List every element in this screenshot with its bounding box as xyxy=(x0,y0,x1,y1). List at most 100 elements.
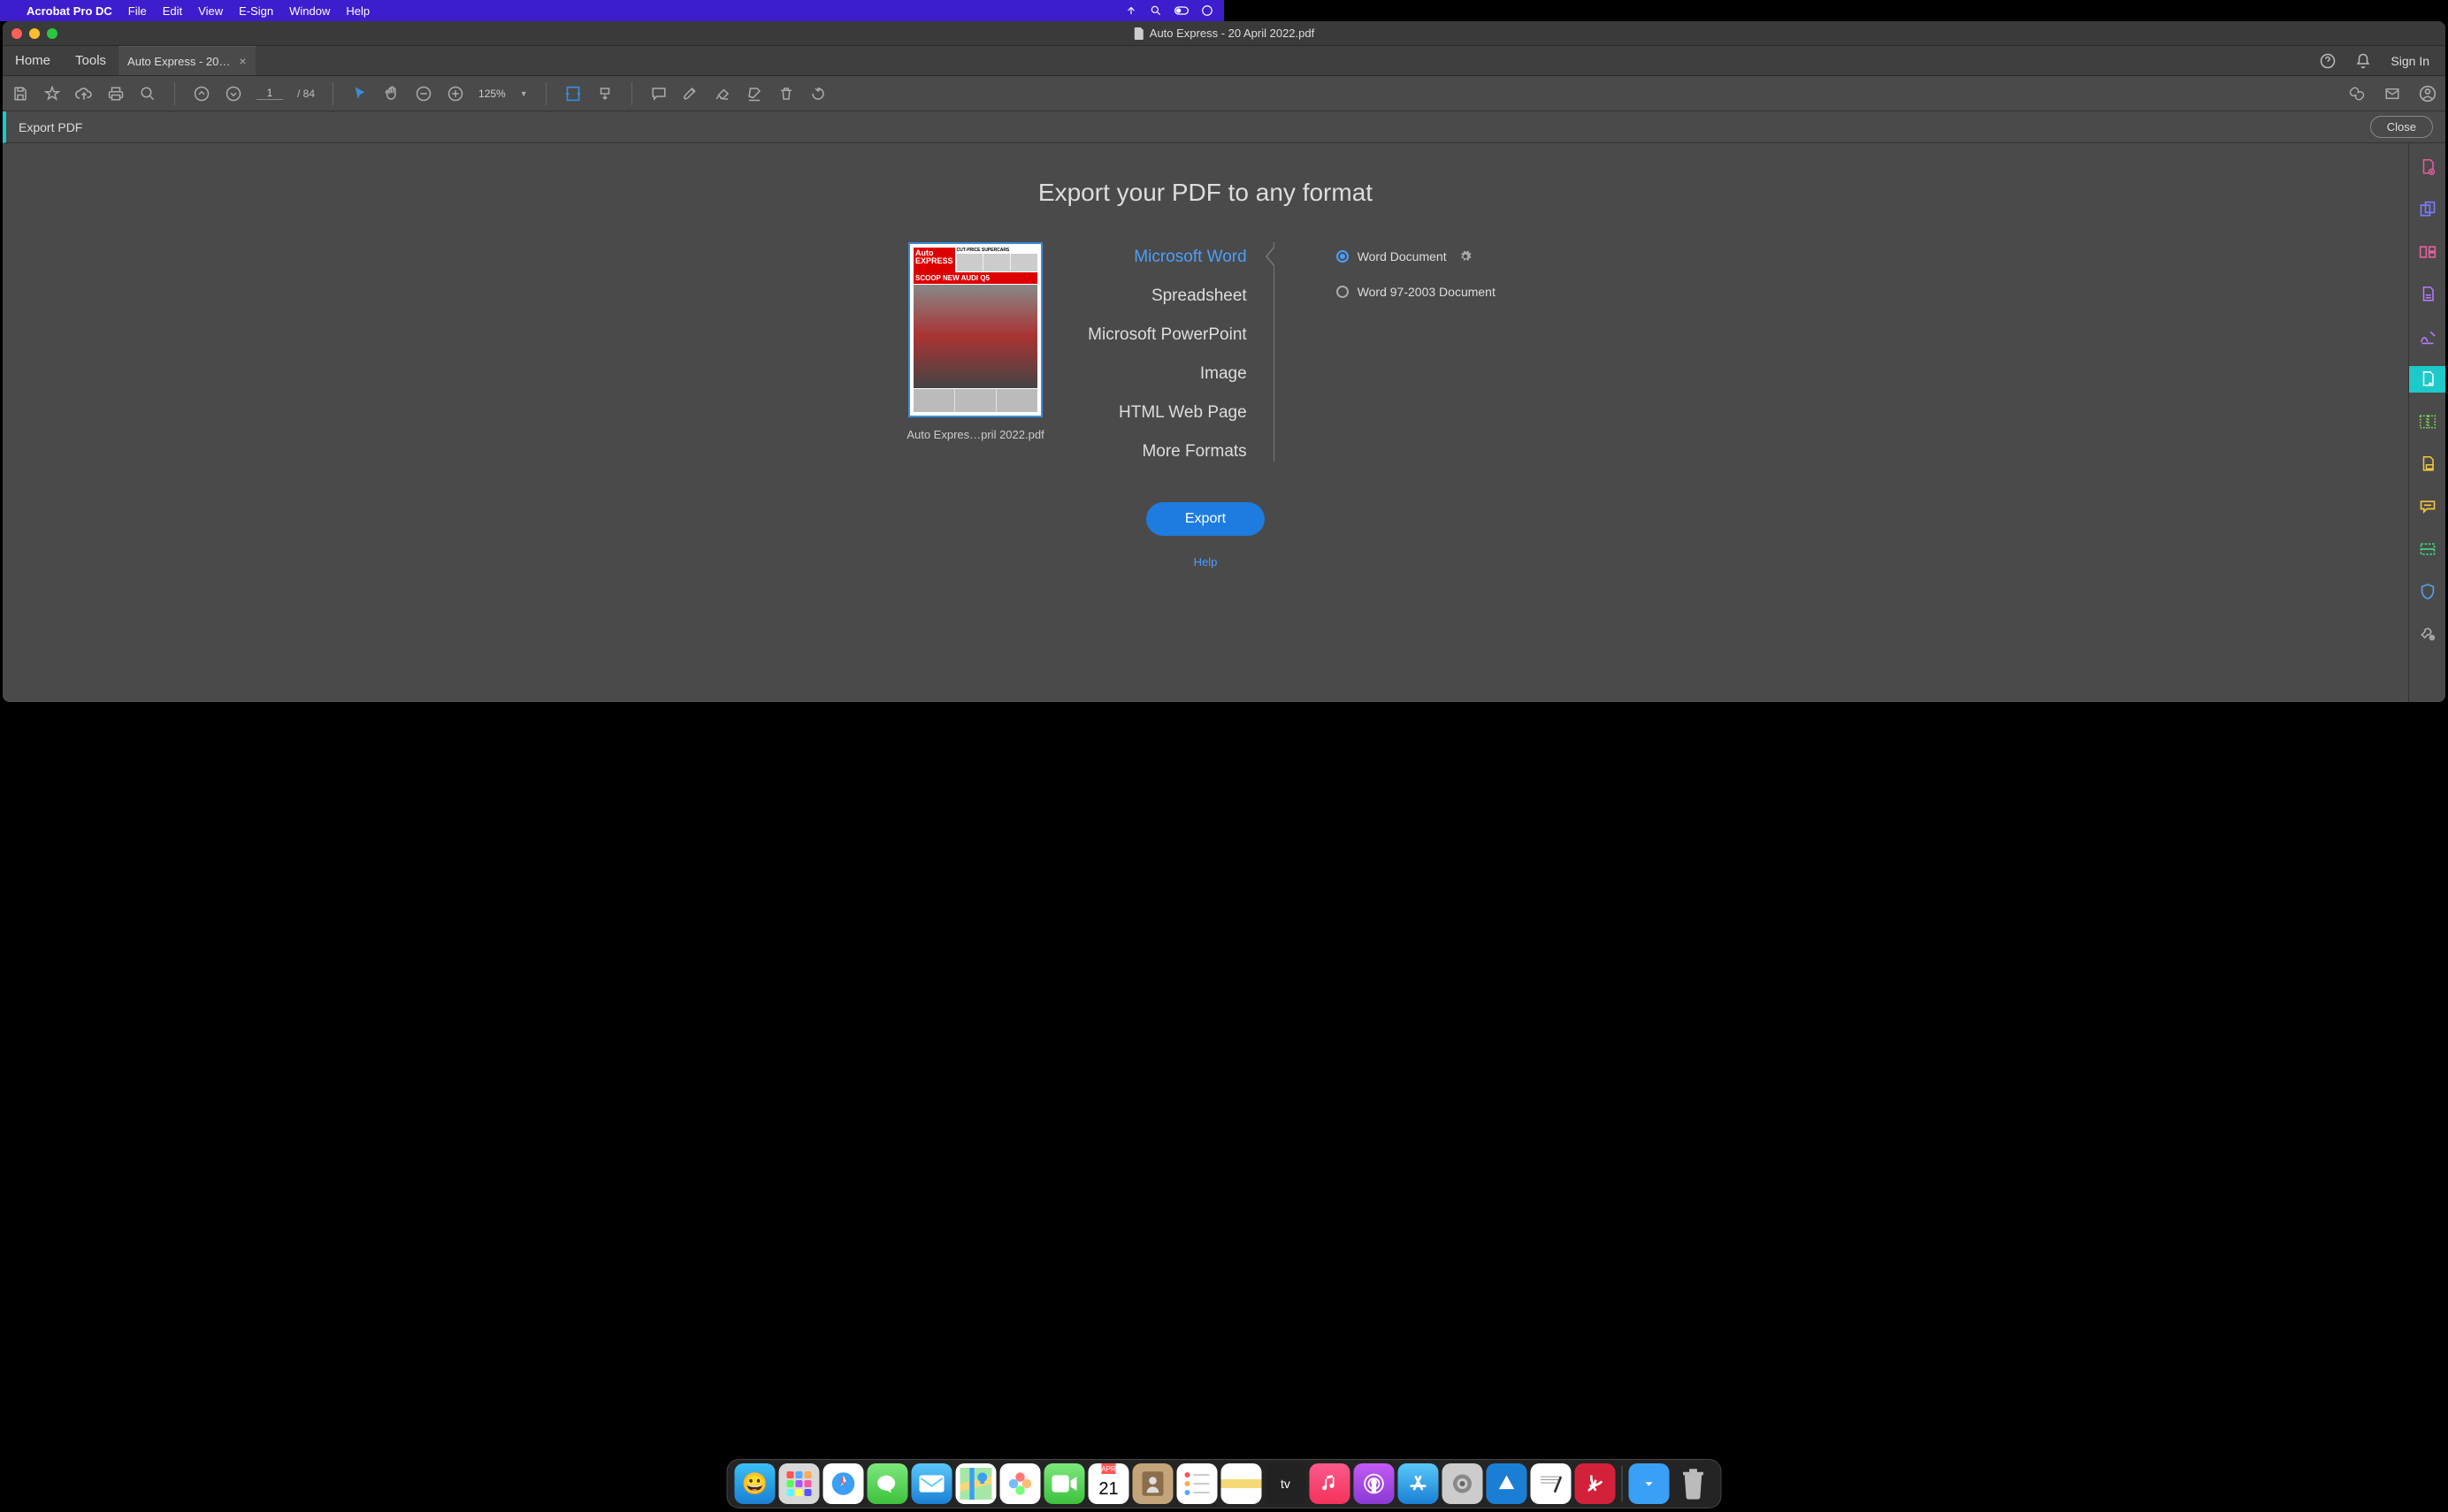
menubar: Acrobat Pro DC File Edit View E-Sign Win… xyxy=(0,0,1224,21)
dock-downloads[interactable] xyxy=(1629,1463,1670,1504)
dock-trash[interactable] xyxy=(1673,1463,1714,1504)
send-comments-icon[interactable] xyxy=(2409,451,2446,477)
dock-calendar-month: APR xyxy=(1101,1463,1115,1474)
dock-tv[interactable]: tv xyxy=(1266,1463,1306,1504)
option-word-document[interactable]: Word Document xyxy=(1336,249,1504,263)
fit-width-icon[interactable] xyxy=(564,85,582,103)
page-up-icon[interactable] xyxy=(193,85,210,103)
dock-contacts[interactable] xyxy=(1133,1463,1174,1504)
spotlight-icon[interactable] xyxy=(1150,4,1162,17)
menu-app-name[interactable]: Acrobat Pro DC xyxy=(27,4,112,18)
dock-maps[interactable] xyxy=(956,1463,997,1504)
save-icon[interactable] xyxy=(11,85,29,103)
option-word-97-2003[interactable]: Word 97-2003 Document xyxy=(1336,285,1504,299)
fill-sign-icon[interactable] xyxy=(2409,324,2446,350)
format-spreadsheet[interactable]: Spreadsheet xyxy=(1151,286,1247,306)
page-number-input[interactable] xyxy=(256,87,283,100)
bell-icon[interactable] xyxy=(2355,53,2371,69)
menu-edit[interactable]: Edit xyxy=(163,4,182,18)
menu-file[interactable]: File xyxy=(128,4,147,18)
format-html[interactable]: HTML Web Page xyxy=(1119,403,1247,423)
window-zoom-button[interactable] xyxy=(47,28,57,39)
request-sign-icon[interactable] xyxy=(2409,281,2446,308)
dock-separator xyxy=(1622,1466,1623,1501)
hand-icon[interactable] xyxy=(383,85,401,103)
tab-tools[interactable]: Tools xyxy=(63,46,119,75)
document-tab[interactable]: Auto Express - 20… × xyxy=(119,46,256,75)
mail-icon[interactable] xyxy=(2383,85,2401,103)
dock-podcasts[interactable] xyxy=(1354,1463,1395,1504)
cloud-upload-icon[interactable] xyxy=(75,85,93,103)
dock-finder[interactable]: 😀 xyxy=(735,1463,776,1504)
format-word[interactable]: Microsoft Word xyxy=(1134,248,1246,267)
close-tab-icon[interactable]: × xyxy=(239,54,246,68)
account-icon[interactable] xyxy=(2419,85,2437,103)
more-tools-icon[interactable] xyxy=(2409,621,2446,647)
siri-icon[interactable] xyxy=(1201,4,1213,17)
dock-messages[interactable] xyxy=(868,1463,908,1504)
export-pdf-icon[interactable] xyxy=(2409,366,2446,393)
pdf-thumbnail[interactable]: Auto EXPRESS CUT-PRICE SUPERCARS SCOOP N… xyxy=(908,242,1043,417)
zoom-in-icon[interactable] xyxy=(447,85,464,103)
panel-close-button[interactable]: Close xyxy=(2370,116,2433,138)
protect-icon[interactable] xyxy=(2409,578,2446,605)
dock-mail[interactable] xyxy=(912,1463,952,1504)
print-icon[interactable] xyxy=(107,85,125,103)
sign-icon[interactable] xyxy=(714,85,731,103)
dock-textedit[interactable] xyxy=(1531,1463,1572,1504)
scroll-mode-icon[interactable] xyxy=(596,85,614,103)
dock-reminders[interactable] xyxy=(1177,1463,1218,1504)
sign-in-link[interactable]: Sign In xyxy=(2391,54,2429,68)
menu-window[interactable]: Window xyxy=(289,4,330,18)
window-close-button[interactable] xyxy=(11,28,22,39)
pointer-icon[interactable] xyxy=(351,85,369,103)
dock-calendar[interactable]: APR 21 xyxy=(1089,1463,1129,1504)
search-icon[interactable] xyxy=(139,85,157,103)
format-image[interactable]: Image xyxy=(1200,364,1247,384)
tab-home[interactable]: Home xyxy=(3,46,63,75)
organize-icon[interactable] xyxy=(2409,409,2446,435)
control-center-icon[interactable] xyxy=(1174,6,1189,15)
help-link[interactable]: Help xyxy=(38,555,2373,569)
scan-icon[interactable] xyxy=(2409,536,2446,562)
radio-selected-icon xyxy=(1336,250,1349,263)
zoom-out-icon[interactable] xyxy=(415,85,432,103)
rotate-icon[interactable] xyxy=(809,85,827,103)
dock-safari[interactable] xyxy=(823,1463,864,1504)
edit-pdf-icon[interactable] xyxy=(2409,239,2446,265)
zoom-level-label: 125% xyxy=(478,88,506,100)
dock-launchpad[interactable] xyxy=(779,1463,820,1504)
dock-notes[interactable] xyxy=(1221,1463,1262,1504)
format-pointer xyxy=(1262,246,1274,267)
window-minimize-button[interactable] xyxy=(29,28,40,39)
menu-esign[interactable]: E-Sign xyxy=(239,4,273,18)
dock-settings[interactable] xyxy=(1442,1463,1483,1504)
export-button[interactable]: Export xyxy=(1146,502,1265,536)
dock-music[interactable] xyxy=(1310,1463,1350,1504)
format-more[interactable]: More Formats xyxy=(1142,442,1246,462)
comment-icon[interactable] xyxy=(650,85,668,103)
dock-appstore[interactable] xyxy=(1398,1463,1439,1504)
dock-facetime[interactable] xyxy=(1044,1463,1085,1504)
stamp-icon[interactable] xyxy=(746,85,763,103)
highlight-icon[interactable] xyxy=(682,85,700,103)
main-area: Export your PDF to any format Auto EXPRE… xyxy=(3,143,2445,702)
page-down-icon[interactable] xyxy=(225,85,242,103)
comments-icon[interactable] xyxy=(2409,493,2446,520)
create-pdf-icon[interactable] xyxy=(2409,154,2446,180)
dock-acrobat[interactable] xyxy=(1575,1463,1616,1504)
help-icon[interactable] xyxy=(2320,53,2336,69)
zoom-dropdown-icon[interactable]: ▼ xyxy=(520,89,528,98)
export-content: Export your PDF to any format Auto EXPRE… xyxy=(3,143,2408,702)
link-icon[interactable] xyxy=(2348,85,2366,103)
dock-app-generic1[interactable] xyxy=(1487,1463,1527,1504)
format-powerpoint[interactable]: Microsoft PowerPoint xyxy=(1088,325,1247,345)
combine-icon[interactable] xyxy=(2409,196,2446,223)
menu-help[interactable]: Help xyxy=(346,4,370,18)
gear-icon[interactable] xyxy=(1459,250,1472,263)
menu-view[interactable]: View xyxy=(198,4,223,18)
delete-icon[interactable] xyxy=(777,85,795,103)
dock-photos[interactable] xyxy=(1000,1463,1041,1504)
star-icon[interactable] xyxy=(43,85,61,103)
status-upload-icon[interactable] xyxy=(1125,4,1137,17)
